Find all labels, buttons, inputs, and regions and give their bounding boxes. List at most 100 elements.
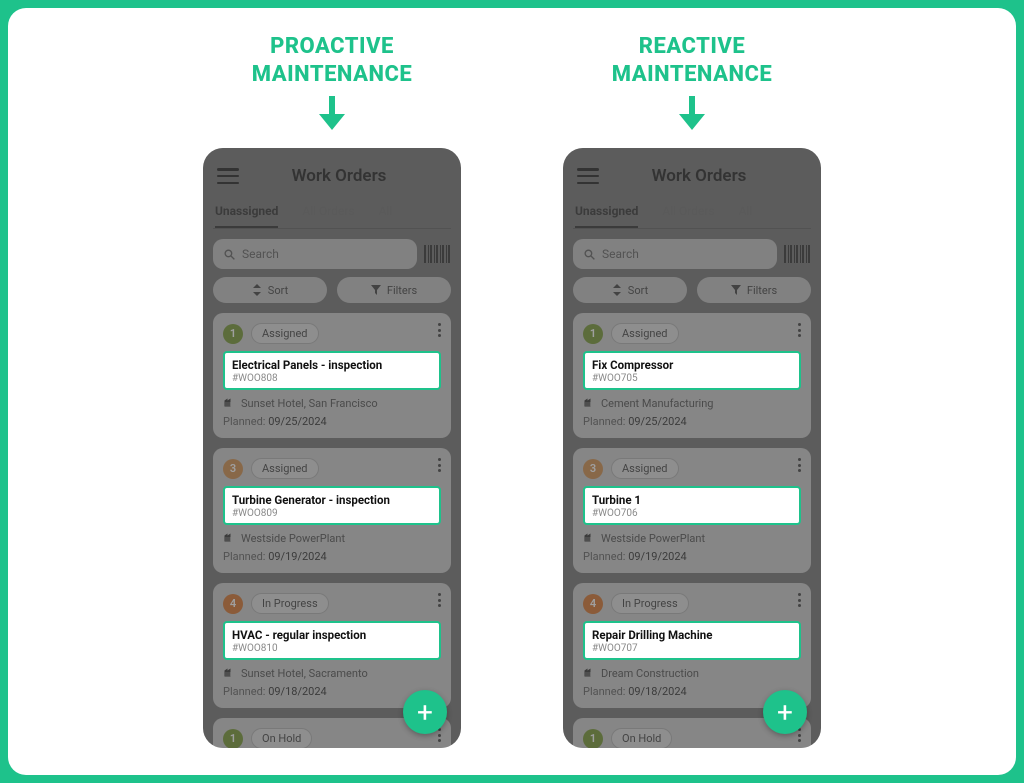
search-input[interactable]: Search (573, 239, 777, 269)
sort-button[interactable]: Sort (213, 277, 327, 303)
priority-badge: 1 (583, 324, 603, 344)
work-order-title: Fix Compressor (592, 358, 792, 372)
work-order-card[interactable]: 3 Assigned Turbine 1 #WOO706 Westside Po… (573, 448, 811, 573)
column-reactive: REACTIVEMAINTENANCE Work Orders Unassign… (562, 33, 822, 775)
status-badge: Assigned (251, 458, 319, 479)
work-order-title: HVAC - regular inspection (232, 628, 432, 642)
tab-all[interactable]: All (379, 198, 393, 228)
location-row: Westside PowerPlant (223, 531, 441, 546)
work-order-title: Turbine Generator - inspection (232, 493, 432, 507)
page-title: Work Orders (591, 166, 807, 186)
filters-button[interactable]: Filters (337, 277, 451, 303)
controls-row: Sort Filters (573, 277, 811, 303)
planned-label: Planned: (583, 415, 625, 428)
card-top-row: 1 On Hold (583, 728, 801, 748)
priority-badge: 3 (583, 459, 603, 479)
work-order-card[interactable]: 4 In Progress HVAC - regular inspection … (213, 583, 451, 708)
kebab-icon[interactable] (798, 458, 801, 472)
planned-label: Planned: (223, 550, 265, 563)
sort-button[interactable]: Sort (573, 277, 687, 303)
search-input[interactable]: Search (213, 239, 417, 269)
phone-header: Work Orders (573, 148, 811, 198)
kebab-icon[interactable] (438, 728, 441, 742)
filters-button[interactable]: Filters (697, 277, 811, 303)
location-text: Sunset Hotel, Sacramento (241, 667, 368, 680)
kebab-icon[interactable] (798, 323, 801, 337)
barcode-icon[interactable] (423, 244, 451, 264)
location-row: Dream Construction (583, 666, 801, 681)
location-row: Cement Manufacturing (583, 396, 801, 411)
search-icon (223, 248, 236, 261)
sort-icon (612, 284, 622, 296)
highlight-box: Repair Drilling Machine #WOO707 (583, 621, 801, 660)
frame: PROACTIVEMAINTENANCE Work Orders Unassig… (8, 8, 1016, 775)
status-badge: On Hold (611, 728, 672, 748)
sort-label: Sort (628, 284, 648, 297)
building-icon (583, 396, 595, 411)
search-bar: Search (573, 239, 811, 269)
location-text: Sunset Hotel, San Francisco (241, 397, 378, 410)
tabs: Unassigned All Orders All (213, 198, 451, 229)
sort-label: Sort (268, 284, 288, 297)
search-icon (583, 248, 596, 261)
planned-label: Planned: (223, 685, 265, 698)
status-badge: In Progress (611, 593, 689, 614)
work-order-id: #WOO808 (232, 373, 432, 384)
planned-date: 09/18/2024 (628, 685, 687, 698)
filters-label: Filters (747, 284, 777, 297)
status-badge: On Hold (251, 728, 312, 748)
kebab-icon[interactable] (798, 728, 801, 742)
work-order-card[interactable]: 4 In Progress Repair Drilling Machine #W… (573, 583, 811, 708)
tab-all[interactable]: All (739, 198, 753, 228)
tab-unassigned[interactable]: Unassigned (575, 198, 638, 228)
work-order-card[interactable]: 1 Assigned Electrical Panels - inspectio… (213, 313, 451, 438)
work-order-id: #WOO706 (592, 508, 792, 519)
page-title: Work Orders (231, 166, 447, 186)
highlight-box: Turbine 1 #WOO706 (583, 486, 801, 525)
kebab-icon[interactable] (438, 593, 441, 607)
phone-header: Work Orders (213, 148, 451, 198)
highlight-box: Electrical Panels - inspection #WOO808 (223, 351, 441, 390)
work-order-id: #WOO810 (232, 643, 432, 654)
work-order-title: Turbine 1 (592, 493, 792, 507)
tab-all orders[interactable]: All Orders (302, 198, 354, 228)
tabs: Unassigned All Orders All (573, 198, 811, 229)
location-row: Sunset Hotel, Sacramento (223, 666, 441, 681)
location-text: Cement Manufacturing (601, 397, 713, 410)
tab-unassigned[interactable]: Unassigned (215, 198, 278, 228)
fab-add-button[interactable]: + (403, 690, 447, 734)
planned-date: 09/19/2024 (628, 550, 687, 563)
priority-badge: 4 (583, 594, 603, 614)
search-bar: Search (213, 239, 451, 269)
highlight-box: Fix Compressor #WOO705 (583, 351, 801, 390)
work-order-card[interactable]: 1 Assigned Fix Compressor #WOO705 Cement… (573, 313, 811, 438)
location-text: Westside PowerPlant (601, 532, 705, 545)
planned-date: 09/25/2024 (268, 415, 327, 428)
kebab-icon[interactable] (438, 458, 441, 472)
arrow-down-icon (679, 96, 705, 138)
phone-mock: Work Orders Unassigned All Orders All Sear… (563, 148, 821, 748)
kebab-icon[interactable] (798, 593, 801, 607)
planned-row: Planned: 09/19/2024 (223, 550, 441, 563)
column-title: REACTIVEMAINTENANCE (612, 33, 772, 88)
work-order-id: #WOO707 (592, 643, 792, 654)
planned-label: Planned: (583, 685, 625, 698)
card-top-row: 4 In Progress (583, 593, 801, 614)
priority-badge: 4 (223, 594, 243, 614)
kebab-icon[interactable] (438, 323, 441, 337)
column-title: PROACTIVEMAINTENANCE (252, 33, 412, 88)
planned-label: Planned: (223, 415, 265, 428)
fab-add-button[interactable]: + (763, 690, 807, 734)
barcode-icon[interactable] (783, 244, 811, 264)
work-order-card[interactable]: 3 Assigned Turbine Generator - inspectio… (213, 448, 451, 573)
cards-list: 1 Assigned Fix Compressor #WOO705 Cement… (573, 313, 811, 748)
tab-all orders[interactable]: All Orders (662, 198, 714, 228)
work-order-title: Repair Drilling Machine (592, 628, 792, 642)
card-top-row: 1 On Hold (223, 728, 441, 748)
planned-date: 09/19/2024 (268, 550, 327, 563)
location-row: Sunset Hotel, San Francisco (223, 396, 441, 411)
building-icon (583, 666, 595, 681)
status-badge: Assigned (611, 323, 679, 344)
highlight-box: Turbine Generator - inspection #WOO809 (223, 486, 441, 525)
card-top-row: 3 Assigned (223, 458, 441, 479)
